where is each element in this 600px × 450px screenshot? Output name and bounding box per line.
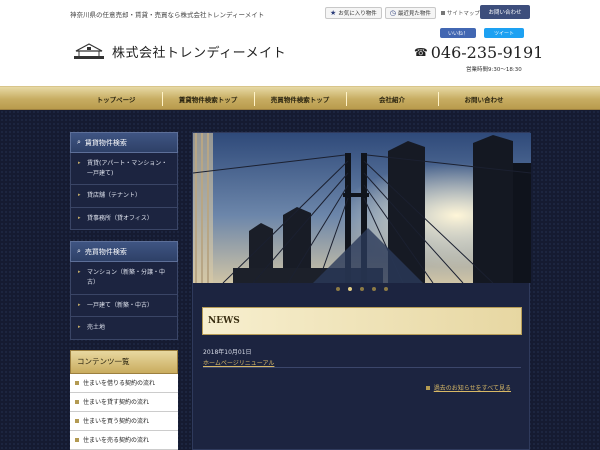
social-buttons: いいね！ ツイート xyxy=(440,28,524,38)
sidebar-item-sale-land[interactable]: 売土地 xyxy=(70,317,178,340)
sidebar-item-sell-flow[interactable]: 住まいを売る契約の流れ xyxy=(70,430,178,450)
nav-company[interactable]: 会社紹介 xyxy=(346,87,438,111)
sidebar-item-rent-flow[interactable]: 住まいを借りる契約の流れ xyxy=(70,373,178,393)
slider-dot[interactable] xyxy=(348,287,352,291)
header: 神奈川県の任意売却・賃貸・売買なら株式会社トレンディーメイト ★ お気に入り物件… xyxy=(0,0,600,86)
news-divider xyxy=(203,367,521,368)
sidebar-item-rental-store[interactable]: 貸店舗（テナント） xyxy=(70,185,178,208)
phone-icon: ☎ xyxy=(414,46,428,59)
top-links: ★ お気に入り物件 ◷ 最近見た物件 サイトマップ xyxy=(325,6,480,19)
sidebar-item-rental-residence[interactable]: 賃貸(アパート・マンション・一戸建て) xyxy=(70,153,178,186)
contents-heading: コンテンツ一覧 xyxy=(70,349,178,374)
tweet-button[interactable]: ツイート xyxy=(484,28,524,38)
favorites-button[interactable]: ★ お気に入り物件 xyxy=(325,6,382,19)
nav-sale-search[interactable]: 売買物件検索トップ xyxy=(254,87,346,111)
sale-search-title: 売買物件検索 xyxy=(84,247,127,256)
slider-dot[interactable] xyxy=(336,287,340,291)
city-bridge-photo xyxy=(193,133,531,283)
main-content: NEWS 2018年10月01日 ホームページリニューアル 過去のお知らせをすべ… xyxy=(192,132,531,450)
news-heading: NEWS xyxy=(202,307,522,335)
nav-contact[interactable]: お問い合わせ xyxy=(438,87,530,111)
news-date: 2018年10月01日 xyxy=(203,349,252,356)
global-nav: トップページ 賃貸物件検索トップ 売買物件検索トップ 会社紹介 お問い合わせ xyxy=(0,86,600,110)
favorites-label: お気に入り物件 xyxy=(338,10,377,17)
slider-dot[interactable] xyxy=(360,287,364,291)
business-hours: 営業時間9:30～18:30 xyxy=(466,67,522,73)
like-label: いいね！ xyxy=(447,30,468,37)
company-name[interactable]: 株式会社トレンディーメイト xyxy=(112,42,286,61)
facebook-like-button[interactable]: いいね！ xyxy=(440,28,476,38)
contact-button[interactable]: お問い合わせ xyxy=(480,5,530,19)
tweet-label: ツイート xyxy=(493,30,514,37)
news-all-label: 過去のお知らせをすべて見る xyxy=(433,385,511,392)
sitemap-link[interactable]: サイトマップ xyxy=(440,9,480,17)
phone-number: ☎ 046-235-9191 xyxy=(414,43,543,62)
recently-viewed-button[interactable]: ◷ 最近見た物件 xyxy=(384,6,436,19)
recently-viewed-label: 最近見た物件 xyxy=(397,10,431,17)
phone-text: 046-235-9191 xyxy=(430,43,544,62)
square-bullet-icon xyxy=(440,10,445,15)
slider-dot[interactable] xyxy=(372,287,376,291)
tagline: 神奈川県の任意売却・賃貸・売買なら株式会社トレンディーメイト xyxy=(70,11,265,19)
search-icon: ⌕ xyxy=(77,247,81,256)
rental-search-title: 賃貸物件検索 xyxy=(84,138,127,147)
star-icon: ★ xyxy=(330,8,337,17)
slider-dot[interactable] xyxy=(384,287,388,291)
nav-rental-search[interactable]: 賃貸物件検索トップ xyxy=(162,87,254,111)
slider-dots xyxy=(193,287,531,291)
search-icon: ⌕ xyxy=(77,138,81,146)
sidebar: ⌕ 賃貸物件検索 賃貸(アパート・マンション・一戸建て) 貸店舗（テナント） 貸… xyxy=(70,132,178,450)
house-logo-icon xyxy=(74,43,104,59)
nav-top[interactable]: トップページ xyxy=(70,87,162,111)
sitemap-label: サイトマップ xyxy=(446,10,480,17)
rental-search-heading: ⌕ 賃貸物件検索 xyxy=(70,132,178,153)
news-title: NEWS xyxy=(208,316,240,326)
sale-search-heading: ⌕ 売買物件検索 xyxy=(70,241,178,263)
sidebar-item-buy-flow[interactable]: 住まいを買う契約の流れ xyxy=(70,411,178,431)
sidebar-item-rental-office[interactable]: 貸事務所（貸オフィス） xyxy=(70,207,178,231)
news-all-link[interactable]: 過去のお知らせをすべて見る xyxy=(425,383,511,392)
clock-icon: ◷ xyxy=(389,8,396,17)
news-item-link[interactable]: ホームページリニューアル xyxy=(203,358,274,367)
hero-slider[interactable] xyxy=(193,133,531,283)
sidebar-item-lease-flow[interactable]: 住まいを貸す契約の流れ xyxy=(70,392,178,412)
square-bullet-icon xyxy=(425,385,430,390)
sidebar-item-sale-mansion[interactable]: マンション（新築・分譲・中古） xyxy=(70,262,178,295)
sidebar-item-sale-house[interactable]: 一戸建て（新築・中古） xyxy=(70,294,178,318)
